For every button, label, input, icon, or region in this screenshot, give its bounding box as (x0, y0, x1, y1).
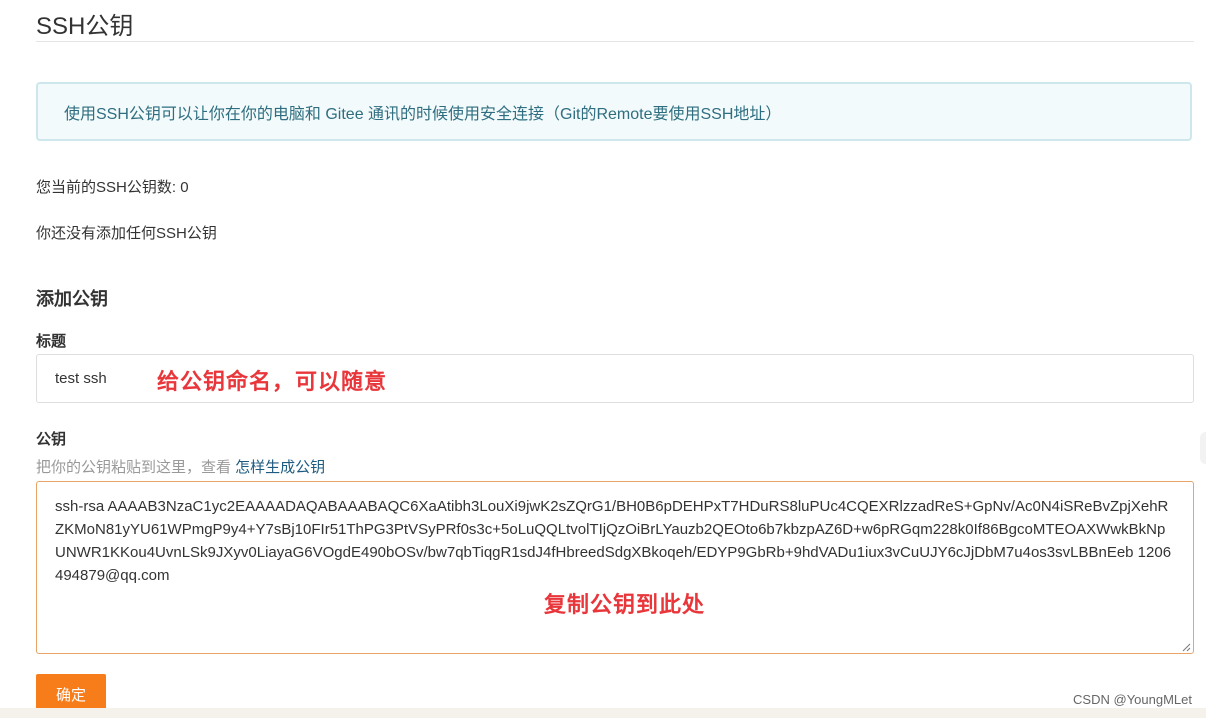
info-alert-text: 使用SSH公钥可以让你在你的电脑和 Gitee 通讯的时候使用安全连接（Git的… (64, 105, 782, 123)
page-title: SSH公钥 (36, 13, 134, 40)
title-divider (36, 41, 1194, 42)
title-label: 标题 (36, 333, 67, 350)
info-alert: 使用SSH公钥可以让你在你的电脑和 Gitee 通讯的时候使用安全连接（Git的… (36, 82, 1192, 141)
key-label: 公钥 (36, 431, 67, 448)
add-key-heading: 添加公钥 (36, 289, 108, 309)
public-key-textarea[interactable]: ssh-rsa AAAAB3NzaC1yc2EAAAADAQABAAABAQC6… (36, 481, 1194, 654)
side-scroll-handle[interactable] (1200, 432, 1206, 464)
key-count-label: 您当前的SSH公钥数: (36, 179, 181, 196)
empty-key-message: 你还没有添加任何SSH公钥 (36, 225, 217, 242)
name-hint-annotation: 给公钥命名，可以随意 (157, 369, 388, 394)
resize-handle-icon[interactable] (1181, 642, 1191, 652)
key-help-text: 把你的公钥粘贴到这里，查看 怎样生成公钥 (36, 456, 325, 477)
key-count: 您当前的SSH公钥数: 0 (36, 176, 189, 197)
copy-hint-annotation: 复制公钥到此处 (544, 592, 706, 617)
key-help-prefix: 把你的公钥粘贴到这里，查看 (36, 459, 236, 476)
watermark: CSDN @YoungMLet (1073, 692, 1192, 707)
key-count-value: 0 (180, 179, 189, 196)
bottom-strip (0, 708, 1206, 718)
how-to-generate-key-link[interactable]: 怎样生成公钥 (235, 459, 325, 476)
